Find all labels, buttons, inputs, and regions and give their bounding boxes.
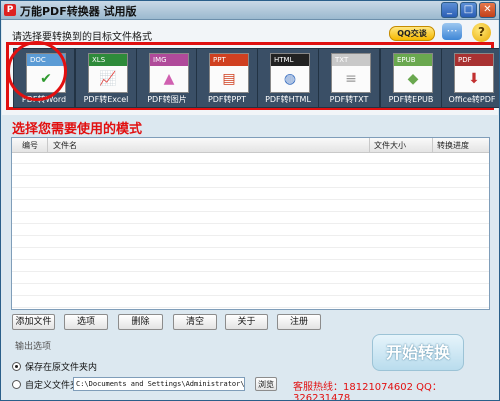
support-hotline: 客服热线：18121074602 QQ：326231478 (293, 382, 442, 401)
format-glyph-icon: ◆ (407, 71, 419, 87)
column-header-progress[interactable]: 转换进度 (437, 140, 469, 151)
column-header-size[interactable]: 文件大小 (374, 140, 406, 151)
pdf-app-icon: P (4, 4, 16, 16)
column-divider (369, 138, 370, 152)
format-option-5[interactable]: TXT ≡ PDF转TXT (318, 48, 380, 108)
app-window: P 万能PDF转换器 试用版 _ □ ✕ 请选择要转换到的目标文件格式 QQ交谈 ⋯… (0, 0, 500, 401)
mode-annotation: 选择您需要使用的模式 (12, 122, 143, 137)
options-button[interactable]: 选项 (64, 314, 108, 330)
format-option-label: PDF转图片 (147, 95, 187, 104)
format-option-label: Office转PDF (448, 95, 496, 104)
about-button[interactable]: 关于 (225, 314, 268, 330)
register-button[interactable]: 注册 (277, 314, 321, 330)
format-file-icon: PPT ▤ (209, 53, 249, 93)
clear-button[interactable]: 清空 (173, 314, 217, 330)
table-header: 编号 文件名 文件大小 转换进度 (12, 138, 489, 153)
format-badge: EPUB (394, 54, 432, 66)
column-divider (432, 138, 433, 152)
start-convert-button[interactable]: 开始转换 (372, 334, 464, 371)
format-option-2[interactable]: IMG ▲ PDF转图片 (136, 48, 198, 108)
selected-format-highlight (7, 41, 67, 101)
format-file-icon: TXT ≡ (331, 53, 371, 93)
format-badge: PPT (210, 54, 248, 66)
maximize-button[interactable]: □ (460, 2, 477, 18)
format-badge: XLS (89, 54, 127, 66)
custom-folder-radio[interactable] (12, 380, 21, 389)
output-path-field[interactable]: C:\Documents and Settings\Administrator\… (73, 377, 245, 391)
format-option-label: PDF转PPT (207, 95, 247, 104)
window-title: 万能PDF转换器 试用版 (20, 5, 137, 18)
format-file-icon: EPUB ◆ (393, 53, 433, 93)
same-folder-label[interactable]: 保存在原文件夹内 (25, 360, 97, 373)
format-glyph-icon: ▤ (222, 71, 236, 87)
window-controls: _ □ ✕ (439, 2, 496, 21)
table-body[interactable] (12, 152, 489, 309)
format-file-icon: HTML ◍ (270, 53, 310, 93)
format-option-1[interactable]: XLS 📈 PDF转Excel (75, 48, 137, 108)
qq-chat-button[interactable]: QQ交谈 (389, 26, 435, 41)
close-button[interactable]: ✕ (479, 2, 496, 18)
column-header-id[interactable]: 编号 (22, 140, 38, 151)
format-glyph-icon: 📈 (99, 71, 117, 87)
browse-button[interactable]: 浏览 (255, 377, 277, 391)
format-file-icon: PDF ⬇ (454, 53, 494, 93)
menu-icon[interactable]: ⋯ (442, 23, 462, 40)
format-glyph-icon: ≡ (345, 71, 357, 87)
format-option-label: PDF转EPUB (388, 95, 434, 104)
format-option-label: PDF转Excel (83, 95, 129, 104)
format-option-6[interactable]: EPUB ◆ PDF转EPUB (380, 48, 442, 108)
custom-folder-label[interactable]: 自定义文件夹 (25, 378, 79, 391)
format-badge: PDF (455, 54, 493, 66)
column-divider (47, 138, 48, 152)
format-option-label: PDF转HTML (265, 95, 311, 104)
add-file-button[interactable]: 添加文件 (12, 314, 55, 330)
output-options-label: 输出选项 (15, 342, 52, 352)
format-glyph-icon: ▲ (163, 71, 175, 87)
column-header-filename[interactable]: 文件名 (53, 140, 77, 151)
format-option-3[interactable]: PPT ▤ PDF转PPT (196, 48, 258, 108)
format-option-4[interactable]: HTML ◍ PDF转HTML (257, 48, 319, 108)
same-folder-radio[interactable] (12, 362, 21, 371)
format-glyph-icon: ◍ (283, 71, 297, 87)
format-badge: IMG (150, 54, 188, 66)
format-file-icon: XLS 📈 (88, 53, 128, 93)
file-table[interactable]: 编号 文件名 文件大小 转换进度 (11, 137, 490, 310)
format-badge: TXT (332, 54, 370, 66)
format-glyph-icon: ⬇ (468, 71, 480, 87)
minimize-button[interactable]: _ (441, 2, 458, 18)
format-badge: HTML (271, 54, 309, 66)
format-option-label: PDF转TXT (329, 95, 369, 104)
format-option-7[interactable]: PDF ⬇ Office转PDF (441, 48, 499, 108)
format-file-icon: IMG ▲ (149, 53, 189, 93)
title-bar[interactable]: P 万能PDF转换器 试用版 _ □ ✕ (1, 1, 499, 20)
help-icon[interactable]: ? (472, 23, 491, 42)
delete-button[interactable]: 删除 (118, 314, 163, 330)
